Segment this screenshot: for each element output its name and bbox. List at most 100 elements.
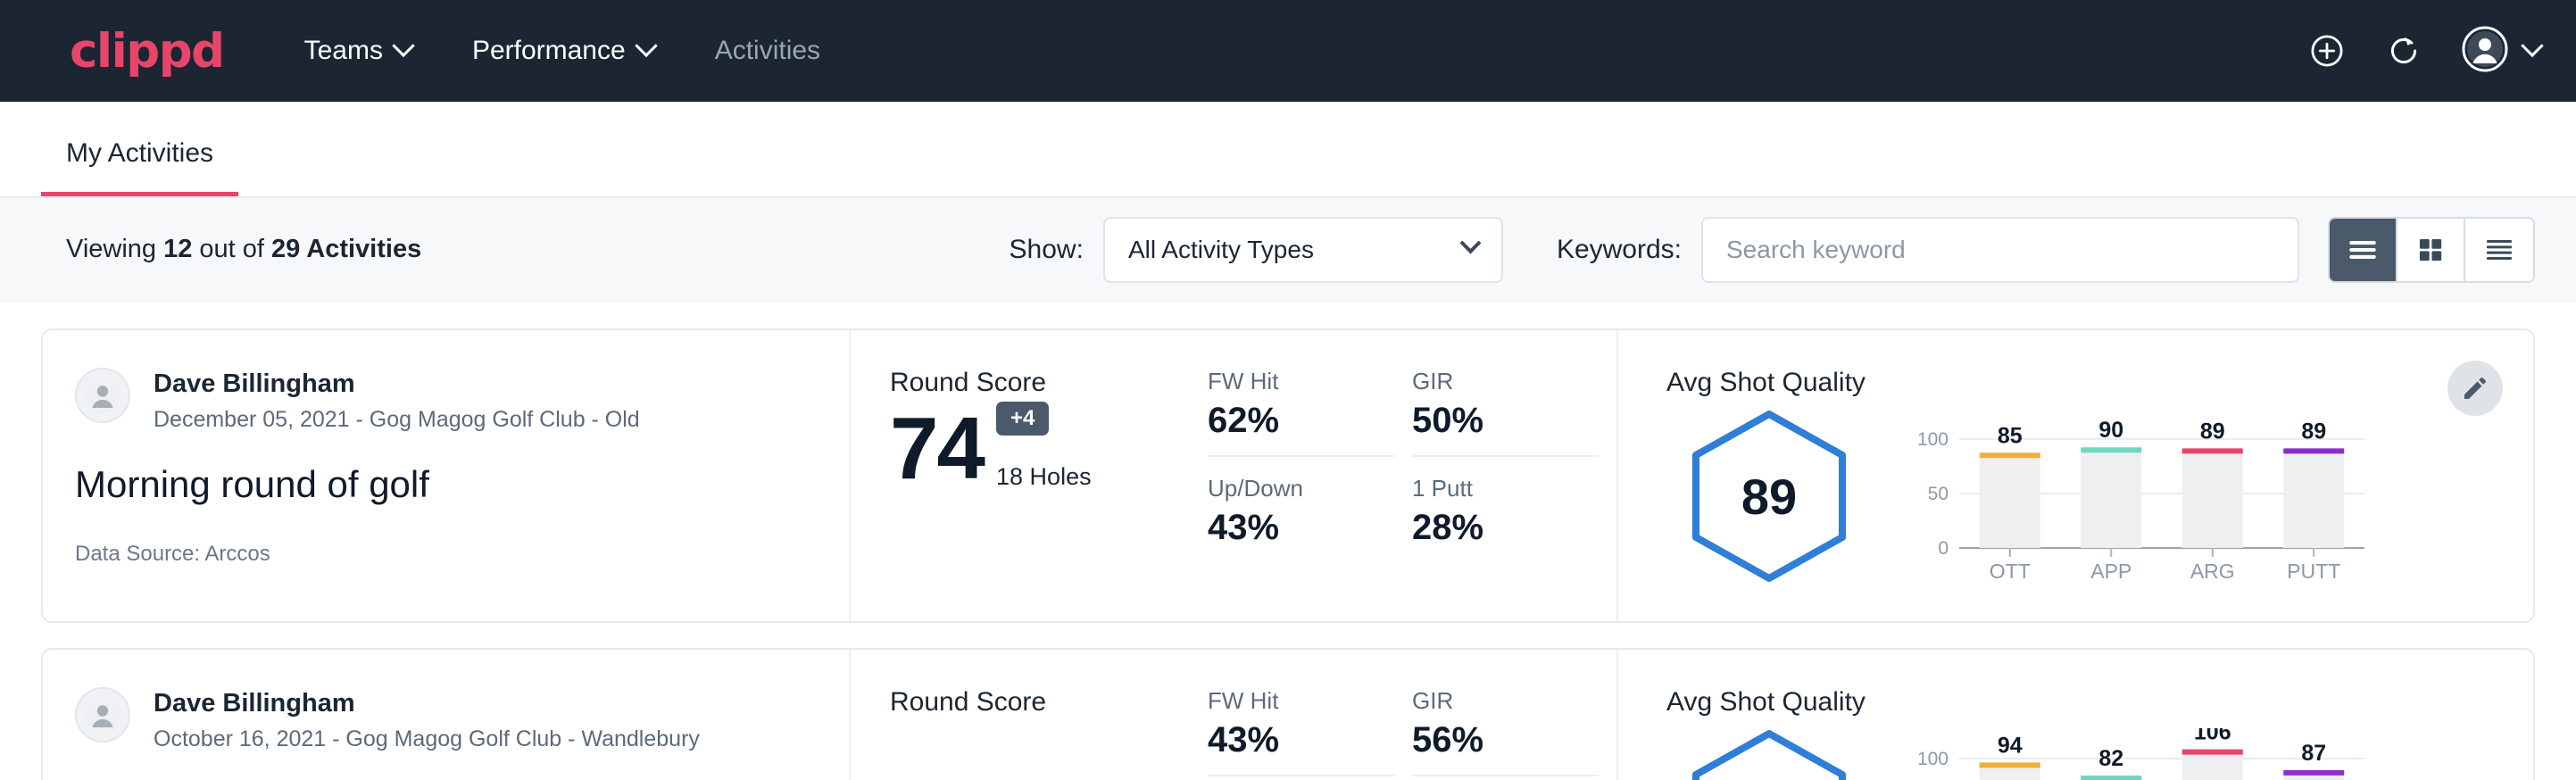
stat-label: FW Hit [1208,687,1367,715]
stat-value: 28% [1412,508,1572,548]
account-avatar-icon [2462,26,2508,77]
keywords-label: Keywords: [1557,235,1682,265]
stat-value: 43% [1208,508,1367,548]
primary-nav: Teams Performance Activities [299,27,826,75]
grid-view-button[interactable] [2397,219,2465,281]
stat-value: 62% [1208,401,1367,441]
top-navigation-bar: clippd Teams Performance Activities [0,0,2576,102]
svg-text:89: 89 [2301,419,2326,444]
svg-text:106: 106 [2194,728,2231,745]
svg-text:PUTT: PUTT [2287,560,2340,583]
svg-text:87: 87 [2301,741,2326,766]
activity-author: Dave Billingham October 16, 2021 - Gog M… [75,687,813,752]
avg-shot-quality-section: Avg Shot Quality 89 05010085OTT90APP89AR… [1618,330,2533,621]
viewing-total: 29 Activities [271,235,421,263]
round-stats-grid: FW Hit 43% GIR 56% [1208,650,1618,780]
svg-text:89: 89 [2200,419,2225,444]
refresh-icon[interactable] [2385,32,2422,70]
nav-item-label: Performance [472,36,626,66]
tab-strip: My Activities [0,102,2576,198]
round-score-heading: Round Score [890,368,1208,398]
filter-toolbar: Viewing 12 out of 29 Activities Show: Al… [0,198,2576,302]
avatar [75,687,130,743]
data-source-label: Data Source: Arccos [75,542,813,567]
shot-quality-hexagon [1691,728,1848,780]
svg-text:ARG: ARG [2190,560,2235,583]
stat-label: Up/Down [1208,475,1367,502]
nav-item-label: Activities [715,36,820,66]
stat-value: 56% [1412,720,1572,760]
chevron-down-icon [635,35,657,57]
chevron-down-icon [2521,35,2543,57]
view-mode-toggle-group [2328,217,2535,283]
nav-item-performance[interactable]: Performance [467,27,660,75]
svg-text:94: 94 [1998,733,2023,758]
svg-text:90: 90 [2098,418,2123,443]
stat-label: GIR [1412,687,1572,715]
svg-text:100: 100 [1917,429,1949,450]
avg-shot-quality-heading: Avg Shot Quality [1666,687,2426,718]
activity-author: Dave Billingham December 05, 2021 - Gog … [75,368,813,433]
activity-title: Morning round of golf [75,463,813,506]
stat-label: 1 Putt [1412,475,1572,502]
round-score-section: Round Score [851,650,1208,780]
toolbar-controls: Show: All Activity Types Keywords: [1010,217,2535,283]
round-score-heading: Round Score [890,687,1208,718]
stat-gir: GIR 50% [1412,368,1599,457]
stat-label: FW Hit [1208,368,1367,395]
shot-quality-bar-chart: 0 50 100 85 OTT 90 APP 89 ARG 89 PUTT [1872,409,2426,587]
edit-activity-button[interactable] [2447,361,2503,416]
activity-card[interactable]: Dave Billingham October 16, 2021 - Gog M… [41,648,2535,780]
player-name: Dave Billingham [154,368,640,400]
stat-value: 43% [1208,720,1367,760]
compact-view-button[interactable] [2465,219,2533,281]
show-label: Show: [1010,235,1084,265]
svg-text:85: 85 [1998,423,2023,448]
svg-text:82: 82 [2098,746,2123,771]
stat-fw-hit: FW Hit 43% [1208,687,1394,776]
round-stats-grid: FW Hit 62% GIR 50% Up/Down 43% 1 Putt 28… [1208,330,1618,621]
nav-item-label: Teams [304,36,383,66]
viewing-mid: out of [192,235,271,263]
activity-card[interactable]: Dave Billingham December 05, 2021 - Gog … [41,328,2535,623]
stat-value: 50% [1412,401,1572,441]
stat-gir: GIR 56% [1412,687,1599,776]
svg-text:100: 100 [1917,749,1949,769]
activity-type-value: All Activity Types [1128,236,1314,264]
chevron-down-icon [1459,232,1481,253]
avg-shot-quality-section: Avg Shot Quality 05010094OTT82APP106ARG8… [1618,650,2533,780]
shot-quality-value: 89 [1741,468,1797,526]
viewing-count-text: Viewing 12 out of 29 Activities [66,235,421,264]
nav-item-activities[interactable]: Activities [710,27,826,75]
svg-text:APP: APP [2090,560,2131,583]
round-score-value: 74 [890,402,984,494]
svg-text:50: 50 [1928,484,1949,504]
stat-label: GIR [1412,368,1572,395]
nav-item-teams[interactable]: Teams [299,27,417,75]
chevron-down-icon [392,35,414,57]
search-input[interactable] [1701,217,2299,283]
player-name: Dave Billingham [154,687,700,719]
top-nav-actions [2308,26,2540,77]
list-view-button[interactable] [2330,219,2397,281]
activity-meta: December 05, 2021 - Gog Magog Golf Club … [154,407,640,433]
activity-type-select[interactable]: All Activity Types [1103,217,1503,283]
round-score-section: Round Score 74 +4 18 Holes [851,330,1208,621]
app-logo[interactable]: clippd [70,28,224,75]
shot-quality-hexagon: 89 [1691,409,1848,584]
score-to-par-badge: +4 [996,402,1049,436]
tab-my-activities[interactable]: My Activities [41,138,238,196]
activity-card-list: Dave Billingham December 05, 2021 - Gog … [0,302,2576,780]
account-menu[interactable] [2462,26,2540,77]
holes-played-label: 18 Holes [996,463,1092,491]
shot-quality-bar-chart: 05010094OTT82APP106ARG87PUTT [1872,728,2426,780]
stat-up-down: Up/Down 43% [1208,475,1394,548]
stat-fw-hit: FW Hit 62% [1208,368,1394,457]
svg-text:OTT: OTT [1990,560,2031,583]
svg-text:0: 0 [1938,538,1949,559]
stat-one-putt: 1 Putt 28% [1412,475,1599,548]
viewing-count: 12 [163,235,192,263]
add-circle-icon[interactable] [2308,32,2346,70]
activity-summary: Dave Billingham December 05, 2021 - Gog … [43,330,851,621]
avatar [75,368,130,423]
